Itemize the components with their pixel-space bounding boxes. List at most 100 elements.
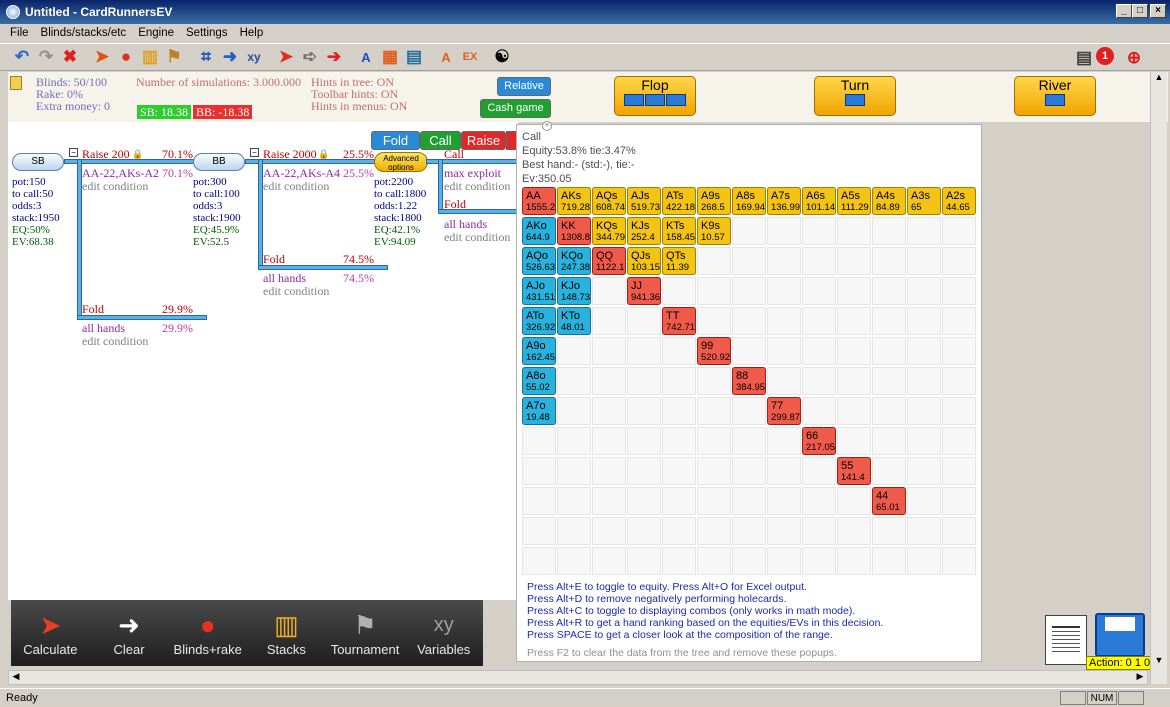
grid-cell[interactable] xyxy=(732,457,766,485)
scroll-up-icon[interactable]: ▲ xyxy=(1152,72,1166,86)
grid-cell[interactable] xyxy=(767,487,801,515)
calculate-button[interactable]: ➤ Calculate xyxy=(11,600,90,666)
grid-cell[interactable] xyxy=(627,487,661,515)
grid-cell[interactable] xyxy=(767,337,801,365)
save-icon[interactable] xyxy=(1095,613,1145,657)
grid-cell[interactable] xyxy=(942,337,976,365)
grid-cell[interactable] xyxy=(592,397,626,425)
grid-cell[interactable] xyxy=(907,307,941,335)
hand-cell[interactable]: AQs 608.74 xyxy=(592,187,626,215)
grid-cell[interactable] xyxy=(592,277,626,305)
grid-cell[interactable] xyxy=(802,337,836,365)
horizontal-scrollbar[interactable]: ◀ ▶ xyxy=(8,670,1148,685)
hand-cell[interactable]: KJs 252.4 xyxy=(627,217,661,245)
text-icon[interactable]: A xyxy=(354,46,378,68)
grid-cell[interactable] xyxy=(662,487,696,515)
arrow-right-icon-2[interactable]: ➪ xyxy=(298,46,322,68)
sb-node[interactable]: SB xyxy=(12,153,64,171)
note-icon[interactable] xyxy=(10,76,22,90)
grid-cell[interactable] xyxy=(907,337,941,365)
hand-cell[interactable]: AKs 719.28 xyxy=(557,187,591,215)
grid-cell[interactable] xyxy=(662,547,696,575)
grid-cell[interactable] xyxy=(732,337,766,365)
grid-cell[interactable] xyxy=(592,307,626,335)
hand-cell[interactable]: A9o 162.45 xyxy=(522,337,556,365)
delete-icon[interactable]: ✖ xyxy=(58,46,82,68)
grid-cell[interactable] xyxy=(942,457,976,485)
grid-cell[interactable] xyxy=(907,427,941,455)
hand-cell[interactable]: ATo 326.92 xyxy=(522,307,556,335)
grid-cell[interactable] xyxy=(522,427,556,455)
grid-cell[interactable] xyxy=(732,277,766,305)
grid-cell[interactable] xyxy=(662,517,696,545)
grid-cell[interactable] xyxy=(872,547,906,575)
hand-cell[interactable]: KTo 48.01 xyxy=(557,307,591,335)
grid-cell[interactable] xyxy=(837,397,871,425)
grid-cell[interactable] xyxy=(872,397,906,425)
grid-cell[interactable] xyxy=(942,487,976,515)
grid-cell[interactable] xyxy=(942,517,976,545)
grid-cell[interactable] xyxy=(837,487,871,515)
grid-cell[interactable] xyxy=(592,517,626,545)
hand-cell[interactable]: 99 520.92 xyxy=(697,337,731,365)
grid-cell[interactable] xyxy=(942,247,976,275)
grid-cell[interactable] xyxy=(802,487,836,515)
report-icon[interactable] xyxy=(1045,615,1087,665)
grid-cell[interactable] xyxy=(942,397,976,425)
arrow-right-icon-1[interactable]: ➤ xyxy=(274,46,298,68)
grid-cell[interactable] xyxy=(697,277,731,305)
grid-cell[interactable] xyxy=(767,547,801,575)
grid-cell[interactable] xyxy=(837,547,871,575)
grid-cell[interactable] xyxy=(872,427,906,455)
grid-cell[interactable] xyxy=(802,397,836,425)
grid-cell[interactable] xyxy=(662,397,696,425)
hand-cell[interactable]: AA 1555.2 xyxy=(522,187,556,215)
grid-cell[interactable] xyxy=(697,307,731,335)
grid-cell[interactable] xyxy=(627,367,661,395)
hand-cell[interactable]: K9s 10.57 xyxy=(697,217,731,245)
ex-icon[interactable]: EX xyxy=(458,46,482,68)
raise2000-label[interactable]: Raise 2000 xyxy=(263,147,317,162)
grid-cell[interactable] xyxy=(942,547,976,575)
scroll-right-icon[interactable]: ▶ xyxy=(1133,671,1147,684)
vertical-scrollbar[interactable]: ▲ ▼ xyxy=(1150,72,1167,684)
fold3-label[interactable]: Fold xyxy=(444,197,466,212)
hand-cell[interactable]: ATs 422.18 xyxy=(662,187,696,215)
grid-cell[interactable] xyxy=(557,337,591,365)
grid-cell[interactable] xyxy=(767,457,801,485)
hand-cell[interactable]: JJ 941.36 xyxy=(627,277,661,305)
hand-cell[interactable]: 77 299.87 xyxy=(767,397,801,425)
hand-cell[interactable]: QQ 1122.1 xyxy=(592,247,626,275)
hand-cell[interactable]: KQo 247.38 xyxy=(557,247,591,275)
hand-cell[interactable]: A5s 111.29 xyxy=(837,187,871,215)
relative-button[interactable]: Relative xyxy=(497,77,551,96)
grid-cell[interactable] xyxy=(907,547,941,575)
grid-cell[interactable] xyxy=(802,367,836,395)
grid-cell[interactable] xyxy=(557,397,591,425)
grid-cell[interactable] xyxy=(592,367,626,395)
popup-close-icon[interactable]: × xyxy=(542,121,552,131)
grid-cell[interactable] xyxy=(732,217,766,245)
grid-cell[interactable] xyxy=(697,517,731,545)
grid-cell[interactable] xyxy=(837,217,871,245)
hand-cell[interactable]: A6s 101.14 xyxy=(802,187,836,215)
hand-cell[interactable]: A7o 19.48 xyxy=(522,397,556,425)
grid-cell[interactable] xyxy=(697,487,731,515)
grid-cell[interactable] xyxy=(907,217,941,245)
grid-cell[interactable] xyxy=(802,277,836,305)
grid-cell[interactable] xyxy=(557,457,591,485)
fold2-condition[interactable]: edit condition xyxy=(263,284,329,299)
close-button[interactable]: × xyxy=(1150,4,1166,18)
grid-cell[interactable] xyxy=(697,397,731,425)
hand-cell[interactable]: A9s 268.5 xyxy=(697,187,731,215)
fold1-condition[interactable]: edit condition xyxy=(82,334,148,349)
tournament-icon[interactable]: ⚑ xyxy=(162,46,186,68)
flop-button[interactable]: Flop xyxy=(614,76,696,116)
scroll-down-icon[interactable]: ▼ xyxy=(1152,655,1166,669)
hand-cell[interactable]: QTs 11.39 xyxy=(662,247,696,275)
grid-cell[interactable] xyxy=(907,277,941,305)
grid-cell[interactable] xyxy=(522,547,556,575)
grid-cell[interactable] xyxy=(872,277,906,305)
grid-cell[interactable] xyxy=(907,397,941,425)
scroll-left-icon[interactable]: ◀ xyxy=(9,671,23,684)
